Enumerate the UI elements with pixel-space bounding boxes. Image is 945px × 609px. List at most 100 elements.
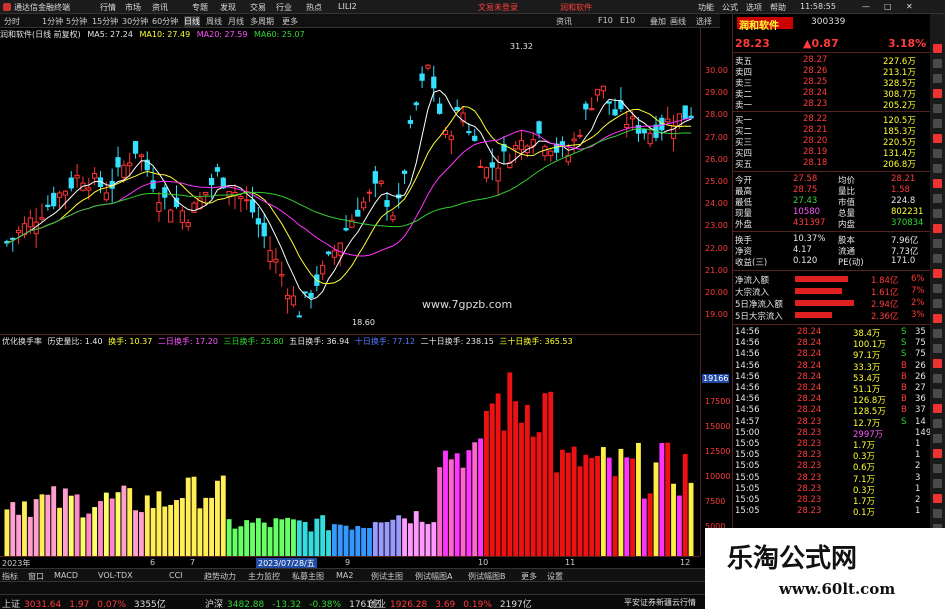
- side-tool-icon[interactable]: [933, 344, 942, 353]
- side-tool-icon[interactable]: [933, 329, 942, 338]
- period-tab-1[interactable]: 1分钟: [42, 16, 63, 27]
- menu-formula[interactable]: 公式: [722, 2, 738, 13]
- indicator-tab-3[interactable]: VOL-TDX: [98, 571, 133, 580]
- side-tool-icon[interactable]: [933, 44, 942, 53]
- candle-body: [466, 131, 472, 134]
- menu-options[interactable]: 选项: [746, 2, 762, 13]
- side-tool-icon[interactable]: [933, 104, 942, 113]
- period-tab-7[interactable]: 周线: [206, 16, 222, 27]
- side-tool-icon[interactable]: [933, 239, 942, 248]
- side-tool-icon[interactable]: [933, 464, 942, 473]
- toolbar-btn-0[interactable]: 资讯: [556, 16, 572, 27]
- menu-help[interactable]: 帮助: [770, 2, 786, 13]
- turnover-bar: [577, 466, 583, 556]
- turnover-bar: [653, 462, 659, 556]
- menu-item-1[interactable]: 市场: [125, 2, 141, 13]
- indicator-tab-4[interactable]: CCI: [169, 571, 183, 580]
- turnover-bar: [326, 530, 331, 556]
- side-tool-icon[interactable]: [933, 59, 942, 68]
- turnover-bar: [343, 525, 349, 556]
- period-tab-5[interactable]: 60分钟: [152, 16, 178, 27]
- bid-label: 买五: [735, 160, 753, 170]
- date-label: 9: [345, 558, 351, 567]
- side-tool-icon[interactable]: [933, 359, 942, 368]
- toolbar-btn-5[interactable]: 选择: [696, 16, 712, 27]
- tick-price: 28.24: [797, 360, 822, 371]
- flow-pct: 7%: [911, 286, 925, 296]
- side-tool-icon[interactable]: [933, 269, 942, 278]
- side-tool-icon[interactable]: [933, 434, 942, 443]
- side-tool-icon[interactable]: [933, 149, 942, 158]
- side-tool-icon[interactable]: [933, 224, 942, 233]
- index-quote[interactable]: 上证 3031.64 1.97 0.07% 3355亿: [2, 597, 166, 609]
- side-tool-icon[interactable]: [933, 479, 942, 488]
- period-tab-3[interactable]: 15分钟: [92, 16, 118, 27]
- index-value: 1926.28: [390, 600, 428, 609]
- side-tool-icon[interactable]: [933, 194, 942, 203]
- menu-item-8[interactable]: LILI2: [338, 2, 357, 11]
- side-tool-icon[interactable]: [933, 89, 942, 98]
- indicator-tab-8[interactable]: MA2: [336, 571, 353, 580]
- candle-body: [337, 242, 343, 256]
- login-status[interactable]: 文易未登录: [478, 2, 518, 13]
- side-tool-icon[interactable]: [933, 494, 942, 503]
- period-tab-6[interactable]: 日线: [184, 16, 200, 27]
- index-quote[interactable]: 创业 1926.28 3.69 0.19% 2197亿: [368, 597, 532, 609]
- menu-item-7[interactable]: 热点: [306, 2, 322, 13]
- side-tool-icon[interactable]: [933, 164, 942, 173]
- menu-item-5[interactable]: 交易: [250, 2, 266, 13]
- tick-row: 14:56 28.24 38.4万 S 35: [733, 327, 931, 339]
- menu-item-0[interactable]: 行情: [100, 2, 116, 13]
- side-tool-icon[interactable]: [933, 254, 942, 263]
- toolbar-btn-3[interactable]: 叠加: [650, 16, 666, 27]
- stat-value: 0.120: [793, 256, 818, 266]
- period-tab-4[interactable]: 30分钟: [122, 16, 148, 27]
- toolbar-btn-4[interactable]: 画线: [670, 16, 686, 27]
- tick-price: 28.24: [797, 327, 822, 337]
- tick-count: 26: [915, 360, 926, 371]
- side-tool-icon[interactable]: [933, 209, 942, 218]
- divider: [733, 111, 931, 112]
- side-tool-icon[interactable]: [933, 119, 942, 128]
- side-tool-icon[interactable]: [933, 179, 942, 188]
- turnover-chart[interactable]: 优化换手率 历史量比: 1.40 换手: 10.37 二日换手: 17.20 三…: [0, 334, 700, 556]
- tick-side: B: [901, 405, 907, 416]
- side-tool-icon[interactable]: [933, 134, 942, 143]
- index-amount: 3355亿: [133, 600, 166, 609]
- side-tool-icon[interactable]: [933, 374, 942, 383]
- period-tab-8[interactable]: 月线: [228, 16, 244, 27]
- indicator-tab-2[interactable]: MACD: [54, 571, 78, 580]
- turnover-bar: [80, 517, 86, 556]
- toolbar-btn-1[interactable]: F10: [598, 16, 613, 25]
- tick-count: 75: [915, 338, 926, 349]
- index-quote[interactable]: 沪深 3482.88 -13.32 -0.38% 1761亿: [205, 597, 381, 609]
- toolbar-btn-2[interactable]: E10: [620, 16, 635, 25]
- period-tab-9[interactable]: 多周期: [250, 16, 274, 27]
- close-icon[interactable]: ✕: [906, 2, 913, 11]
- tick-count: 27: [915, 383, 926, 393]
- kline-chart[interactable]: 润和软件(日线 前复权) MA5: 27.24 MA10: 27.49 MA20…: [0, 28, 700, 334]
- side-tool-icon[interactable]: [933, 389, 942, 398]
- side-tool-icon[interactable]: [933, 74, 942, 83]
- period-tab-10[interactable]: 更多: [282, 16, 298, 27]
- side-tool-icon[interactable]: [933, 299, 942, 308]
- menu-item-3[interactable]: 专题: [192, 2, 208, 13]
- period-tab-2[interactable]: 5分钟: [66, 16, 87, 27]
- side-tool-icon[interactable]: [933, 449, 942, 458]
- menu-item-2[interactable]: 资讯: [152, 2, 168, 13]
- period-tab-0[interactable]: 分时: [4, 16, 20, 27]
- side-tool-icon[interactable]: [933, 509, 942, 518]
- side-tool-icon[interactable]: [933, 419, 942, 428]
- price-row: 28.23 ▲0.87 3.18%: [733, 37, 931, 51]
- side-tool-icon[interactable]: [933, 404, 942, 413]
- side-tool-icon[interactable]: [933, 284, 942, 293]
- side-tool-icon[interactable]: [933, 314, 942, 323]
- price-tick: 30.00: [705, 66, 728, 75]
- menu-function[interactable]: 功能: [698, 2, 714, 13]
- price-tick: 25.00: [705, 177, 728, 186]
- menu-item-4[interactable]: 发现: [220, 2, 236, 13]
- tick-volume: 53.4万: [853, 373, 881, 384]
- menu-item-6[interactable]: 行业: [276, 2, 292, 13]
- minimize-icon[interactable]: —: [862, 2, 870, 11]
- maximize-icon[interactable]: □: [884, 2, 892, 11]
